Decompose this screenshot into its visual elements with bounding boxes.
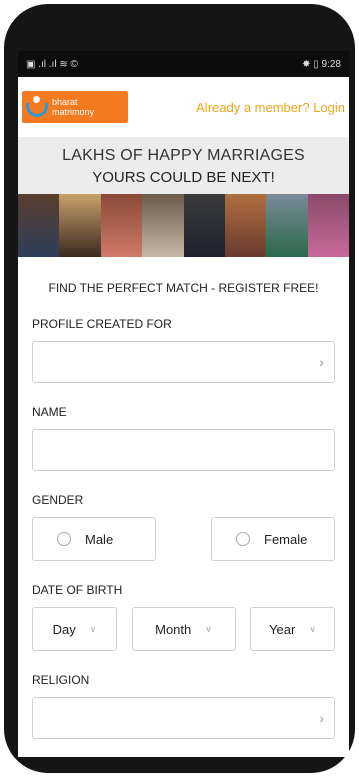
gender-field: GENDER Male Female <box>18 493 349 561</box>
couple-photos-strip <box>18 194 349 257</box>
religion-field: RELIGION › <box>18 673 349 739</box>
header: bharat matrimony Already a member? Login <box>18 77 349 137</box>
status-bar: ▣ .ıl .ıl ≋ © ✸ ▯ 9:28 <box>18 51 349 77</box>
dob-month-select[interactable]: Month ∨ <box>131 607 236 651</box>
register-title: FIND THE PERFECT MATCH - REGISTER FREE! <box>48 281 319 295</box>
chevron-down-icon: ∨ <box>89 623 97 634</box>
gender-label: GENDER <box>32 493 84 507</box>
dob-field: DATE OF BIRTH Day ∨ Month ∨ Year ∨ <box>18 583 349 651</box>
dob-year-label: Year <box>269 621 296 637</box>
banner-headline: LAKHS OF HAPPY MARRIAGES <box>62 147 305 164</box>
chevron-down-icon: ∨ <box>205 623 212 634</box>
chevron-down-icon: ∨ <box>309 623 316 634</box>
name-label: NAME <box>32 405 67 419</box>
religion-select[interactable]: › <box>32 697 335 739</box>
profile-created-for-select[interactable]: › <box>32 341 335 383</box>
dob-day-select[interactable]: Day ∨ <box>32 607 117 651</box>
logo-line1: bharat <box>52 97 78 107</box>
name-input[interactable] <box>32 429 335 471</box>
radio-icon <box>57 532 71 546</box>
dob-label: DATE OF BIRTH <box>32 583 123 597</box>
logo-line2: matrimony <box>52 107 95 117</box>
gender-female-option[interactable]: Female <box>211 517 335 561</box>
couple-photo <box>307 194 349 257</box>
gender-female-label: Female <box>264 531 308 547</box>
profile-created-for-label: PROFILE CREATED FOR <box>32 317 172 331</box>
dob-year-select[interactable]: Year ∨ <box>250 607 335 651</box>
radio-icon <box>236 532 250 546</box>
couple-photo <box>224 194 267 257</box>
profile-created-for-field: PROFILE CREATED FOR › <box>18 317 349 383</box>
app-screen: ▣ .ıl .ıl ≋ © ✸ ▯ 9:28 bharat matrimony … <box>18 51 349 757</box>
logo-mark-icon <box>26 96 48 118</box>
couple-photo <box>100 194 143 257</box>
couple-photo <box>59 194 101 257</box>
gender-male-option[interactable]: Male <box>32 517 156 561</box>
status-left-icons: ▣ .ıl .ıl ≋ © <box>26 58 78 70</box>
login-link[interactable]: Already a member? Login <box>196 100 345 115</box>
gender-male-label: Male <box>85 531 114 547</box>
religion-label: RELIGION <box>32 673 90 687</box>
status-right: ✸ ▯ 9:28 <box>302 58 341 70</box>
phone-frame: ▣ .ıl .ıl ≋ © ✸ ▯ 9:28 bharat matrimony … <box>4 4 355 773</box>
dob-day-label: Day <box>52 621 76 637</box>
hero-banner: LAKHS OF HAPPY MARRIAGES YOURS COULD BE … <box>18 137 349 257</box>
name-field: NAME <box>18 405 349 471</box>
couple-photo <box>18 194 60 257</box>
couple-photo <box>142 194 184 257</box>
dob-month-label: Month <box>155 621 192 637</box>
couple-photo <box>183 194 225 257</box>
couple-photo <box>266 194 308 257</box>
bharat-matrimony-logo[interactable]: bharat matrimony <box>22 91 128 123</box>
chevron-right-icon: › <box>319 710 324 726</box>
chevron-right-icon: › <box>319 354 324 370</box>
banner-subheadline: YOURS COULD BE NEXT! <box>92 169 275 186</box>
